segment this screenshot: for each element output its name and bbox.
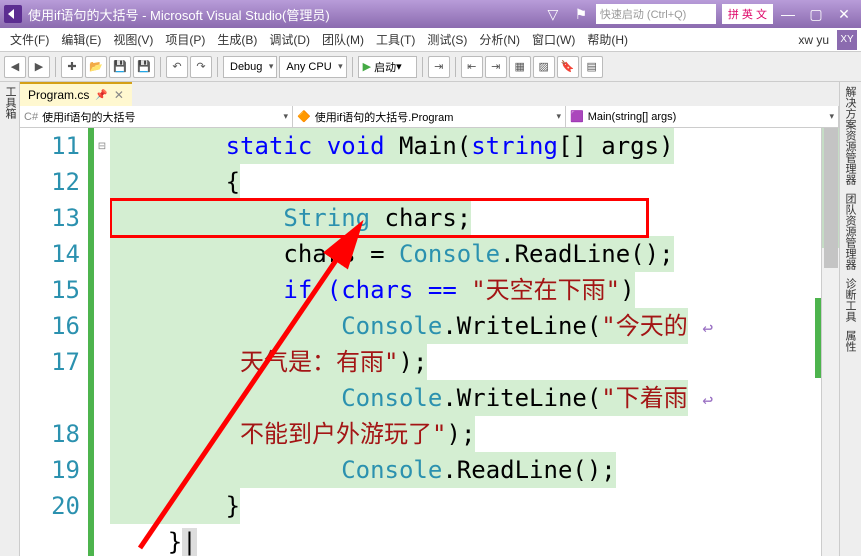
scrollbar-thumb[interactable] (824, 128, 838, 268)
run-button[interactable]: ▶启动 ▾ (358, 56, 417, 78)
comment-button[interactable]: ▦ (509, 56, 531, 78)
tab-close-icon[interactable]: ✕ (114, 88, 124, 102)
menu-team[interactable]: 团队(M) (316, 29, 370, 50)
new-button[interactable]: ✚ (61, 56, 83, 78)
menu-debug[interactable]: 调试(D) (263, 29, 316, 50)
minimize-button[interactable]: — (775, 4, 801, 24)
menu-analyze[interactable]: 分析(N) (473, 29, 526, 50)
uncomment-button[interactable]: ▨ (533, 56, 555, 78)
save-all-button[interactable]: 💾 (133, 56, 155, 78)
platform-select[interactable]: Any CPU (279, 56, 346, 78)
diag-tools-tab[interactable]: 诊断工具 (840, 274, 860, 326)
menu-help[interactable]: 帮助(H) (581, 29, 634, 50)
step-button[interactable]: ⇥ (428, 56, 450, 78)
properties-tab[interactable]: 属性 (840, 326, 860, 356)
toolbox-panel-tab[interactable]: 工具箱 (0, 82, 20, 123)
tab-program-cs[interactable]: Program.cs 📌 ✕ (20, 82, 132, 106)
redo-button[interactable]: ↷ (190, 56, 212, 78)
menu-build[interactable]: 生成(B) (211, 29, 263, 50)
user-avatar[interactable]: XY (837, 30, 857, 50)
nav-back-button[interactable]: ◀ (4, 56, 26, 78)
bookmark-button[interactable]: 🔖 (557, 56, 579, 78)
quick-launch-input[interactable]: 快速启动 (Ctrl+Q) (596, 4, 716, 24)
user-name[interactable]: xw yu (798, 33, 829, 47)
menu-view[interactable]: 视图(V) (107, 29, 159, 50)
tool1-button[interactable]: ▤ (581, 56, 603, 78)
nav-namespace-select[interactable]: C#使用if语句的大括号 (20, 106, 293, 127)
code-editor[interactable]: 11 12 13 14 15 16 17 18 19 20 ⊟ (20, 128, 839, 556)
vertical-scrollbar[interactable] (821, 128, 839, 556)
menu-file[interactable]: 文件(F) (4, 29, 55, 50)
feedback-icon[interactable]: ⚑ (568, 4, 594, 24)
outdent-button[interactable]: ⇥ (485, 56, 507, 78)
undo-button[interactable]: ↶ (166, 56, 188, 78)
line-gutter: 11 12 13 14 15 16 17 18 19 20 (20, 128, 94, 556)
config-select[interactable]: Debug (223, 56, 277, 78)
menu-window[interactable]: 窗口(W) (526, 29, 581, 50)
ime-status[interactable]: 拼 英 文 (722, 4, 773, 24)
window-title: 使用if语句的大括号 - Microsoft Visual Studio(管理员… (28, 5, 330, 24)
nav-method-select[interactable]: 🟪Main(string[] args) (566, 106, 839, 127)
save-button[interactable]: 💾 (109, 56, 131, 78)
fold-gutter: ⊟ (94, 128, 110, 556)
menu-tools[interactable]: 工具(T) (370, 29, 421, 50)
indent-button[interactable]: ⇤ (461, 56, 483, 78)
notifications-icon[interactable]: ▽ (540, 4, 566, 24)
menu-test[interactable]: 测试(S) (421, 29, 473, 50)
code-area[interactable]: static void Main(string[] args) { String… (110, 128, 821, 556)
tab-label: Program.cs (28, 88, 89, 102)
nav-fwd-button[interactable]: ▶ (28, 56, 50, 78)
open-button[interactable]: 📂 (85, 56, 107, 78)
close-button[interactable]: ✕ (831, 4, 857, 24)
nav-class-select[interactable]: 🔶使用if语句的大括号.Program (293, 106, 566, 127)
pin-icon[interactable]: 📌 (95, 90, 107, 101)
team-explorer-tab[interactable]: 团队资源管理器 (840, 189, 860, 274)
menu-edit[interactable]: 编辑(E) (55, 29, 107, 50)
menu-project[interactable]: 项目(P) (159, 29, 211, 50)
maximize-button[interactable]: ▢ (803, 4, 829, 24)
solution-explorer-tab[interactable]: 解决方案资源管理器 (840, 82, 860, 189)
vs-logo-icon (4, 5, 22, 23)
